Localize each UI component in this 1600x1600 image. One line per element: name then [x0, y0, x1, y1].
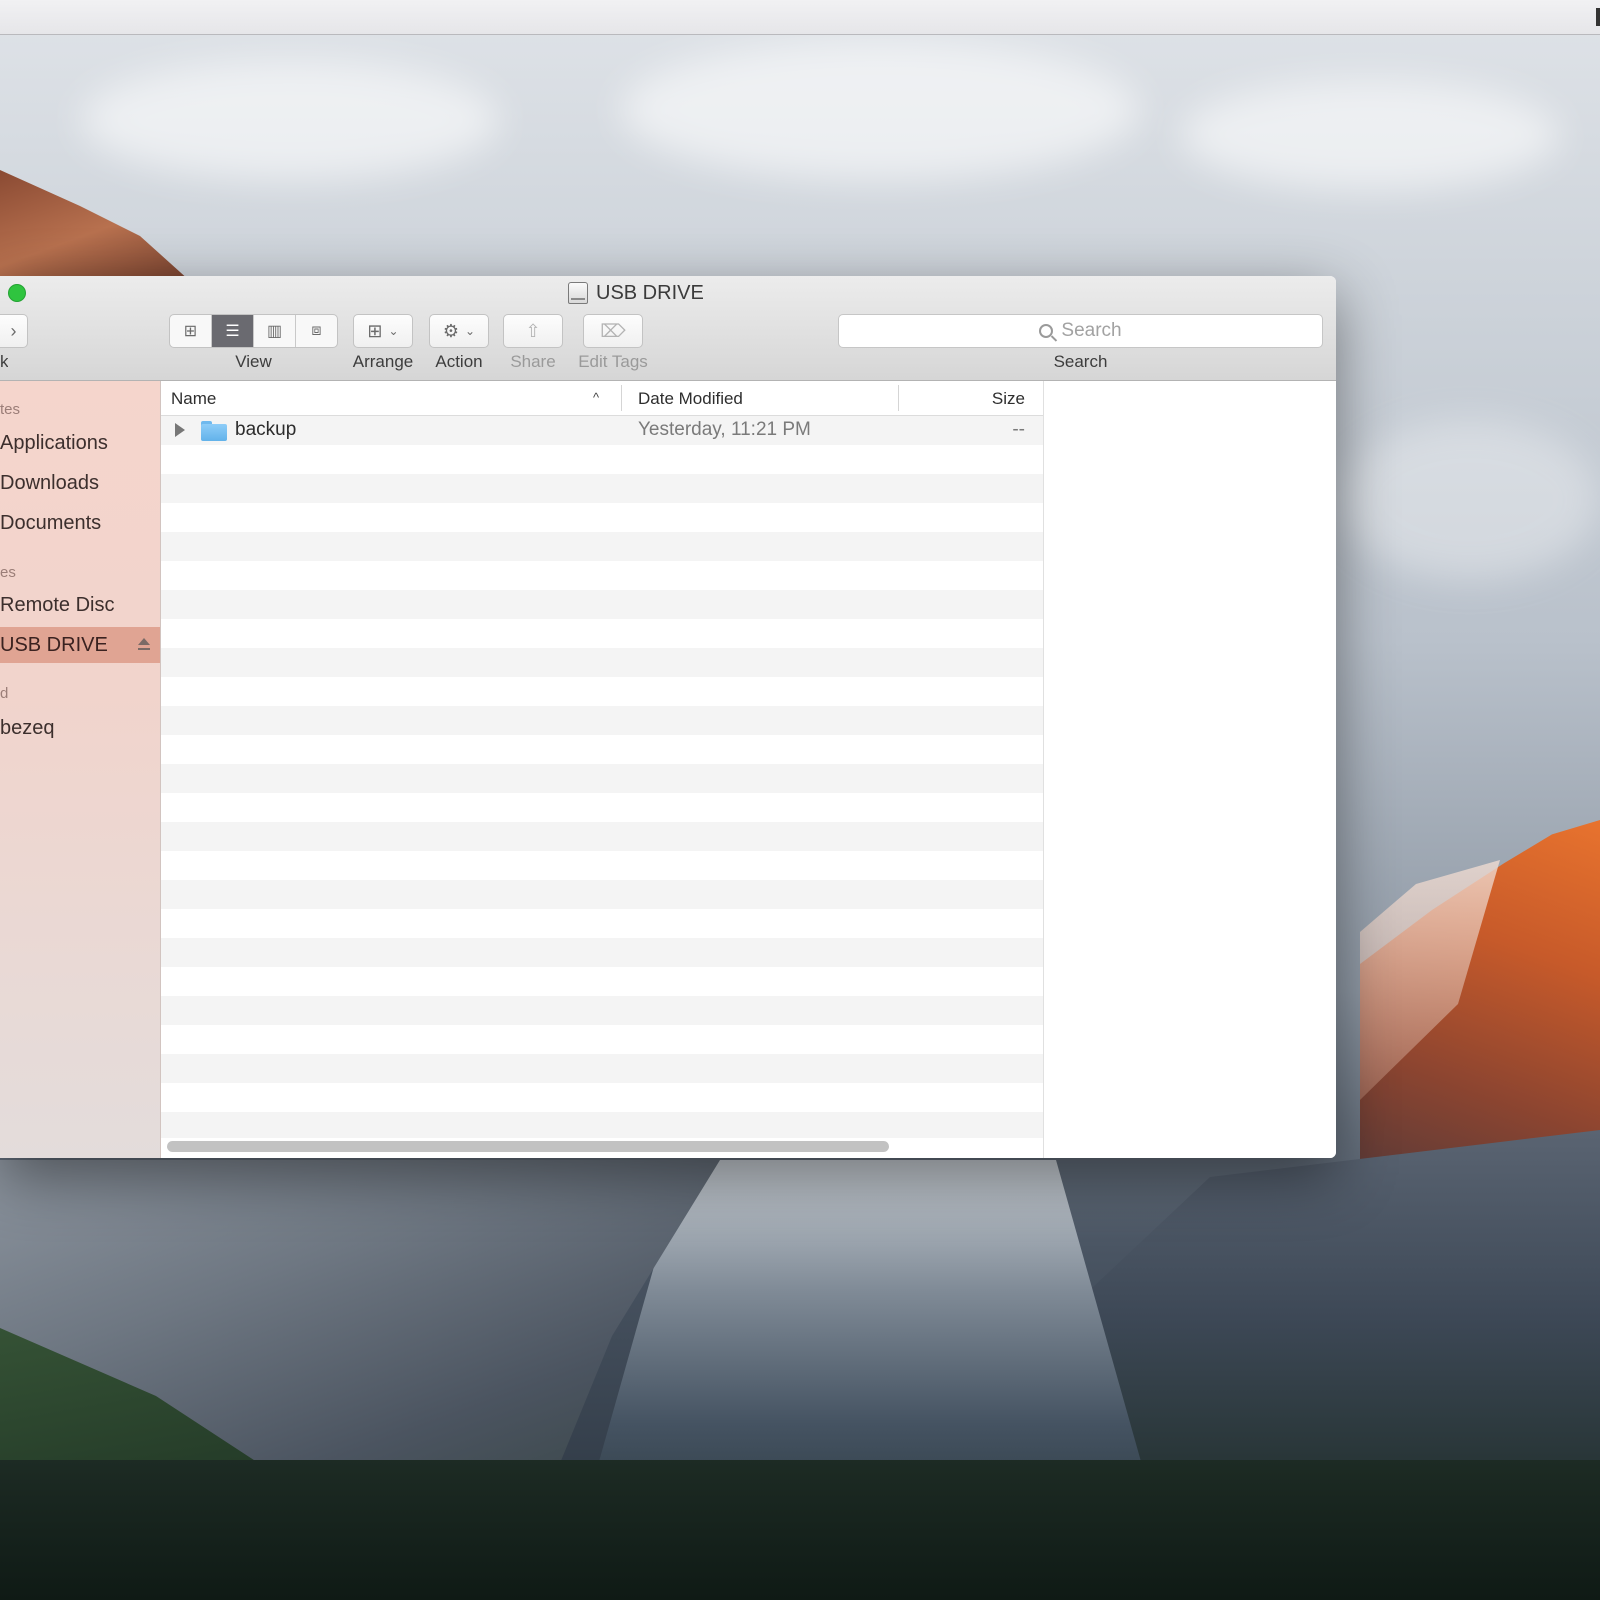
cloud [1340, 420, 1600, 580]
finder-window: USB DRIVE › k ⊞ ☰ ▥ ⧈ View ⊞ ⌄ Arrange ⚙… [0, 276, 1336, 1158]
chevron-down-icon: ⌄ [465, 324, 476, 338]
cover-flow-icon: ⧈ [311, 322, 322, 339]
chevron-down-icon: ⌄ [388, 324, 399, 338]
file-list: Name ^ Date Modified Size backup Yesterd… [161, 381, 1043, 1158]
menu-bar-extra-icon[interactable] [1596, 8, 1600, 26]
action-label: Action [435, 352, 483, 371]
cover-flow-button[interactable]: ⧈ [296, 315, 337, 347]
cloud [620, 40, 1140, 180]
window-toolbar: USB DRIVE › k ⊞ ☰ ▥ ⧈ View ⊞ ⌄ Arrange ⚙… [0, 276, 1336, 381]
share-label: Share [510, 352, 556, 371]
sidebar-item-label: Applications [0, 431, 108, 454]
sidebar-item-label: Documents [0, 511, 102, 534]
zoom-button[interactable] [8, 284, 26, 302]
search-field[interactable]: Search [838, 314, 1323, 348]
window-title: USB DRIVE [568, 281, 704, 305]
sidebar-heading-favorites: tes [0, 401, 21, 418]
list-icon: ☰ [225, 323, 240, 340]
table-row[interactable]: backup Yesterday, 11:21 PM -- [161, 416, 1043, 445]
forward-button[interactable]: › [0, 314, 28, 348]
share-icon: ⇧ [525, 320, 541, 341]
window-title-text: USB DRIVE [596, 281, 704, 304]
column-divider[interactable] [621, 385, 622, 411]
drive-icon [568, 282, 588, 304]
arrange-grid-icon: ⊞ [367, 320, 383, 341]
sidebar-item-label: USB DRIVE [0, 633, 108, 656]
file-size: -- [1012, 419, 1025, 440]
file-date-modified: Yesterday, 11:21 PM [638, 419, 811, 440]
sidebar-item-usb-drive[interactable]: USB DRIVE [0, 627, 160, 663]
sidebar-item-applications[interactable]: Applications [0, 425, 160, 461]
search-label: Search [1053, 352, 1108, 371]
list-rows: backup Yesterday, 11:21 PM -- [161, 416, 1043, 1138]
view-label: View [235, 352, 272, 371]
search-icon [1039, 324, 1054, 338]
sidebar-heading-devices: es [0, 564, 16, 581]
action-button[interactable]: ⚙ ⌄ [429, 314, 489, 348]
grid-icon: ⊞ [183, 323, 198, 340]
disclosure-triangle-icon[interactable] [175, 423, 185, 437]
arrange-label: Arrange [352, 352, 414, 371]
list-view-button[interactable]: ☰ [212, 315, 254, 347]
forest-floor [0, 1460, 1600, 1600]
chevron-right-icon: › [10, 320, 17, 341]
sidebar-item-bezeq[interactable]: bezeq [0, 710, 160, 746]
gear-icon: ⚙ [442, 320, 460, 341]
view-mode-control: ⊞ ☰ ▥ ⧈ [169, 314, 338, 348]
columns-icon: ▥ [266, 323, 283, 340]
cloud [1180, 80, 1560, 190]
sidebar-item-documents[interactable]: Documents [0, 505, 160, 541]
column-header-name[interactable]: Name [171, 389, 216, 409]
sidebar-item-remote-disc[interactable]: Remote Disc [0, 587, 160, 623]
cloud [80, 60, 500, 180]
sidebar-item-downloads[interactable]: Downloads [0, 465, 160, 501]
share-button[interactable]: ⇧ [503, 314, 563, 348]
folder-icon [201, 421, 227, 441]
list-header: Name ^ Date Modified Size [161, 381, 1043, 416]
back-forward-label: k [0, 352, 8, 371]
sidebar-item-label: bezeq [0, 716, 55, 739]
horizontal-scrollbar[interactable] [167, 1141, 889, 1152]
sidebar: tes Applications Downloads Documents es … [0, 381, 161, 1158]
search-placeholder: Search [1061, 320, 1122, 341]
sort-ascending-icon: ^ [593, 390, 600, 405]
column-header-size[interactable]: Size [992, 389, 1025, 409]
file-name: backup [235, 419, 297, 440]
menu-bar [0, 0, 1600, 35]
sidebar-heading-shared: d [0, 685, 9, 702]
tag-icon: ⌦ [600, 320, 626, 341]
column-header-date-modified[interactable]: Date Modified [638, 389, 743, 409]
arrange-button[interactable]: ⊞ ⌄ [353, 314, 413, 348]
edit-tags-label: Edit Tags [578, 352, 648, 371]
mountain-peak [0, 170, 200, 290]
empty-pane [1043, 381, 1336, 1158]
sidebar-item-label: Remote Disc [0, 593, 115, 616]
eject-icon[interactable] [138, 638, 150, 650]
edit-tags-button[interactable]: ⌦ [583, 314, 643, 348]
column-view-button[interactable]: ▥ [254, 315, 296, 347]
icon-view-button[interactable]: ⊞ [170, 315, 212, 347]
column-divider[interactable] [898, 385, 899, 411]
sidebar-item-label: Downloads [0, 471, 99, 494]
